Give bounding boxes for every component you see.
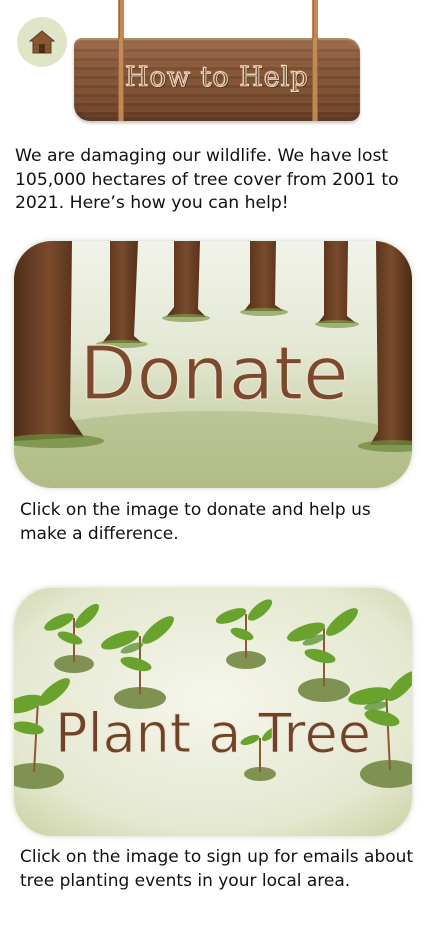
plant-tree-caption: Click on the image to sign up for emails… [20, 847, 414, 891]
forest-image: Donate [14, 241, 412, 488]
donate-image-label: Donate [79, 331, 348, 417]
plant-tree-image-label: Plant a Tree [55, 702, 371, 765]
home-button[interactable] [17, 17, 67, 67]
sign-strap-right [312, 38, 318, 121]
seedlings-image: Plant a Tree [14, 588, 412, 836]
house-icon [28, 30, 56, 54]
donate-caption: Click on the image to donate and help us… [20, 500, 371, 544]
donate-image-button[interactable]: Donate [14, 241, 412, 488]
plant-tree-image-button[interactable]: Plant a Tree [14, 588, 412, 836]
intro-text: We are damaging our wildlife. We have lo… [15, 146, 399, 213]
sign-strap-left [118, 38, 124, 121]
